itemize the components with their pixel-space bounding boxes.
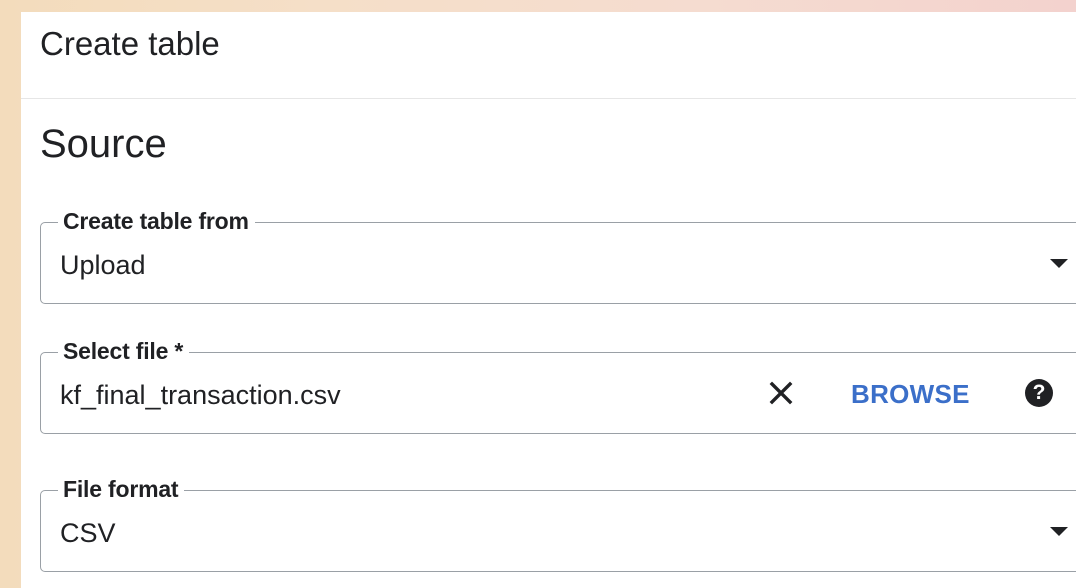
file-format-select[interactable]: File format CSV [40, 475, 1076, 572]
dropdown-arrow-icon [1050, 527, 1068, 536]
file-format-value: CSV [60, 518, 116, 548]
create-table-from-value: Upload [60, 250, 146, 280]
create-table-panel: Create table Source Create table from Up… [21, 12, 1076, 588]
page-title: Create table [40, 25, 220, 62]
create-table-from-label: Create table from [58, 207, 255, 235]
select-file-label: Select file * [58, 337, 190, 365]
create-table-from-select[interactable]: Create table from Upload [40, 207, 1076, 304]
select-file-field[interactable]: Select file * kf_final_transaction.csv B… [40, 337, 1076, 434]
dropdown-arrow-icon [1050, 259, 1068, 268]
panel-header: Create table [21, 12, 1076, 99]
source-section-title: Source [40, 122, 167, 166]
browse-button[interactable]: BROWSE [851, 378, 970, 410]
select-file-value[interactable]: kf_final_transaction.csv [60, 379, 341, 411]
file-format-label: File format [58, 475, 185, 503]
close-icon[interactable] [767, 379, 795, 407]
help-icon[interactable]: ? [1025, 379, 1053, 407]
